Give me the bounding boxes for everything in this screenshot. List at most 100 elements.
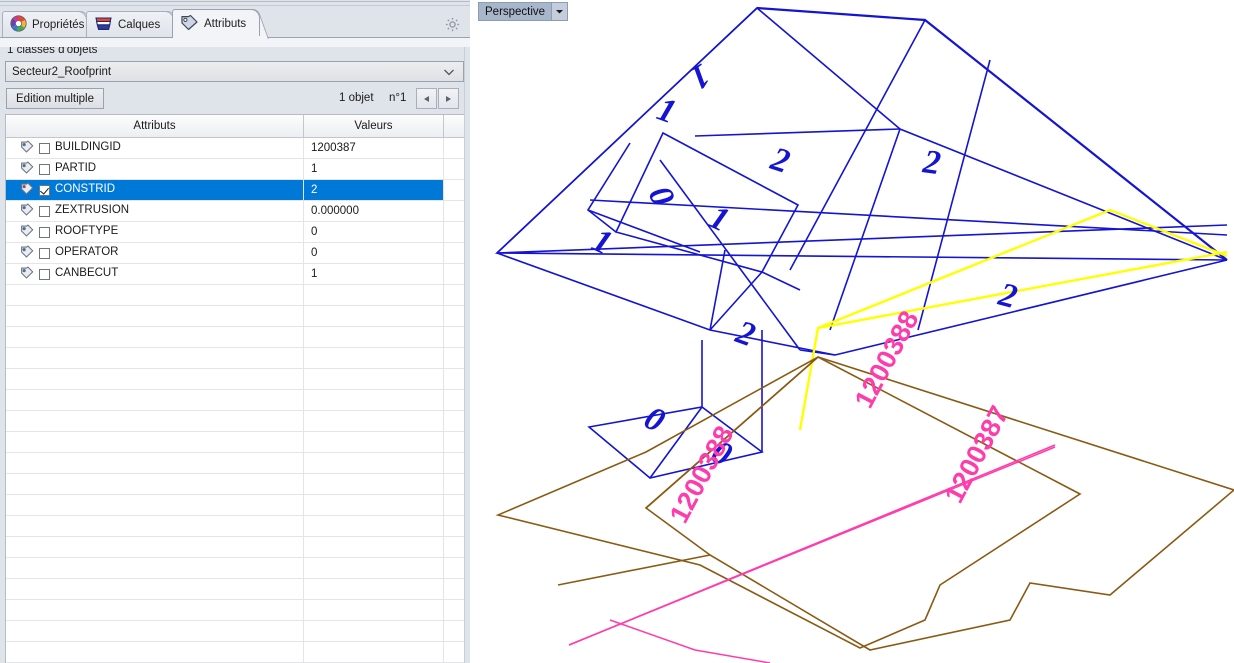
attribute-name-cell: [6, 327, 304, 347]
table-row[interactable]: ZEXTRUSION 0.000000: [6, 201, 464, 222]
attribute-name-cell[interactable]: ZEXTRUSION: [6, 201, 304, 221]
table-row-empty[interactable]: [6, 306, 464, 327]
attribute-extra-cell: [444, 579, 464, 599]
attribute-extra-cell: [444, 201, 464, 221]
table-row-empty[interactable]: [6, 390, 464, 411]
table-row-empty[interactable]: [6, 369, 464, 390]
attribute-name-cell[interactable]: ROOFTYPE: [6, 222, 304, 242]
attribute-value-cell[interactable]: 2: [304, 180, 444, 200]
attribute-extra-cell: [444, 600, 464, 620]
attribute-extra-cell: [444, 264, 464, 284]
attribute-value-cell: [304, 516, 444, 536]
attribute-extra-cell: [444, 537, 464, 557]
tag-icon: [20, 140, 34, 156]
next-object-button[interactable]: [438, 88, 459, 109]
table-row[interactable]: ROOFTYPE 0: [6, 222, 464, 243]
attribute-name: CONSTRID: [55, 183, 116, 196]
attribute-extra-cell: [444, 642, 464, 662]
table-row-empty[interactable]: [6, 474, 464, 495]
table-row[interactable]: PARTID 1: [6, 159, 464, 180]
attribute-extra-cell: [444, 306, 464, 326]
attribute-extra-cell: [444, 474, 464, 494]
table-row[interactable]: BUILDINGID 1200387: [6, 138, 464, 159]
attribute-name-cell: [6, 642, 304, 662]
table-row-empty[interactable]: [6, 495, 464, 516]
roof-label: 0: [638, 399, 670, 440]
tab-label: Attributs: [204, 18, 247, 30]
attribute-extra-cell: [444, 411, 464, 431]
attribute-value-cell: [304, 579, 444, 599]
panel-top-divider: [0, 0, 470, 8]
attribute-extra-cell: [444, 327, 464, 347]
roof-label: 1: [704, 199, 735, 240]
column-header-valeurs[interactable]: Valeurs: [304, 115, 444, 137]
tab-proprietes[interactable]: Propriétés: [2, 11, 87, 38]
attribute-value-cell[interactable]: 0.000000: [304, 201, 444, 221]
attribute-name-cell[interactable]: CONSTRID: [6, 180, 304, 200]
gear-icon[interactable]: [445, 17, 460, 32]
attribute-checkbox[interactable]: [39, 247, 50, 259]
column-header-attributs[interactable]: Attributs: [6, 115, 304, 137]
table-row-empty[interactable]: [6, 285, 464, 306]
attribute-value-cell[interactable]: 1200387: [304, 138, 444, 158]
attribute-checkbox[interactable]: [39, 205, 50, 217]
attribute-value-cell[interactable]: 0: [304, 243, 444, 263]
attribute-value: 1: [311, 268, 318, 280]
table-row[interactable]: CANBECUT 1: [6, 264, 464, 285]
attribute-name-cell: [6, 348, 304, 368]
roof-label: 2: [920, 143, 943, 182]
attribute-checkbox[interactable]: [39, 184, 50, 196]
attribute-value: 2: [311, 184, 318, 196]
attribute-value-cell: [304, 495, 444, 515]
3d-viewport[interactable]: Perspective 1 1 2 2 0 1 1 2 2 0 0 120038…: [470, 0, 1234, 663]
attribute-checkbox[interactable]: [39, 226, 50, 238]
table-row-empty[interactable]: [6, 558, 464, 579]
tab-label: Calques: [118, 19, 161, 31]
attribute-checkbox[interactable]: [39, 142, 50, 154]
attribute-value-cell[interactable]: 1: [304, 159, 444, 179]
chevron-left-icon: [424, 95, 429, 102]
attribute-name: OPERATOR: [55, 246, 119, 259]
attribute-checkbox[interactable]: [39, 268, 50, 280]
table-row-empty[interactable]: [6, 327, 464, 348]
footprint-label: 1200388: [664, 421, 740, 528]
annotation-edges: [568, 444, 1056, 663]
attribute-value-cell[interactable]: 1: [304, 264, 444, 284]
attribute-value-cell[interactable]: 0: [304, 222, 444, 242]
object-count-label: 1 objet: [339, 92, 374, 104]
table-row[interactable]: CONSTRID 2: [6, 180, 464, 201]
attribute-checkbox[interactable]: [39, 163, 50, 175]
previous-object-button[interactable]: [416, 88, 437, 109]
color-wheel-icon: [10, 15, 27, 35]
tag-icon: [20, 182, 34, 198]
table-row-empty[interactable]: [6, 642, 464, 663]
tab-calques[interactable]: Calques: [86, 11, 174, 38]
attribute-extra-cell: [444, 285, 464, 305]
tab-attributs[interactable]: Attributs: [172, 9, 260, 38]
table-row-empty[interactable]: [6, 579, 464, 600]
table-row-empty[interactable]: [6, 621, 464, 642]
table-row-empty[interactable]: [6, 411, 464, 432]
attribute-extra-cell: [444, 348, 464, 368]
object-class-select[interactable]: Secteur2_Roofprint: [5, 61, 464, 82]
table-row[interactable]: OPERATOR 0: [6, 243, 464, 264]
table-row-empty[interactable]: [6, 453, 464, 474]
attribute-name: ROOFTYPE: [55, 225, 119, 238]
active-tab-base: [173, 36, 265, 39]
table-row-empty[interactable]: [6, 600, 464, 621]
edition-multiple-button[interactable]: Edition multiple: [6, 88, 104, 109]
table-row-empty[interactable]: [6, 516, 464, 537]
attribute-name-cell[interactable]: BUILDINGID: [6, 138, 304, 158]
attribute-name-cell[interactable]: CANBECUT: [6, 264, 304, 284]
table-row-empty[interactable]: [6, 432, 464, 453]
column-header-extra[interactable]: [444, 115, 464, 137]
table-body: BUILDINGID 1200387 PARTID 1 CONSTRID 2 Z…: [6, 138, 464, 663]
table-header-row: Attributs Valeurs: [6, 115, 464, 138]
attribute-name-cell: [6, 390, 304, 410]
attribute-name-cell[interactable]: OPERATOR: [6, 243, 304, 263]
attribute-name-cell[interactable]: PARTID: [6, 159, 304, 179]
table-row-empty[interactable]: [6, 348, 464, 369]
table-row-empty[interactable]: [6, 537, 464, 558]
attribute-extra-cell: [444, 495, 464, 515]
attribute-extra-cell: [444, 180, 464, 200]
